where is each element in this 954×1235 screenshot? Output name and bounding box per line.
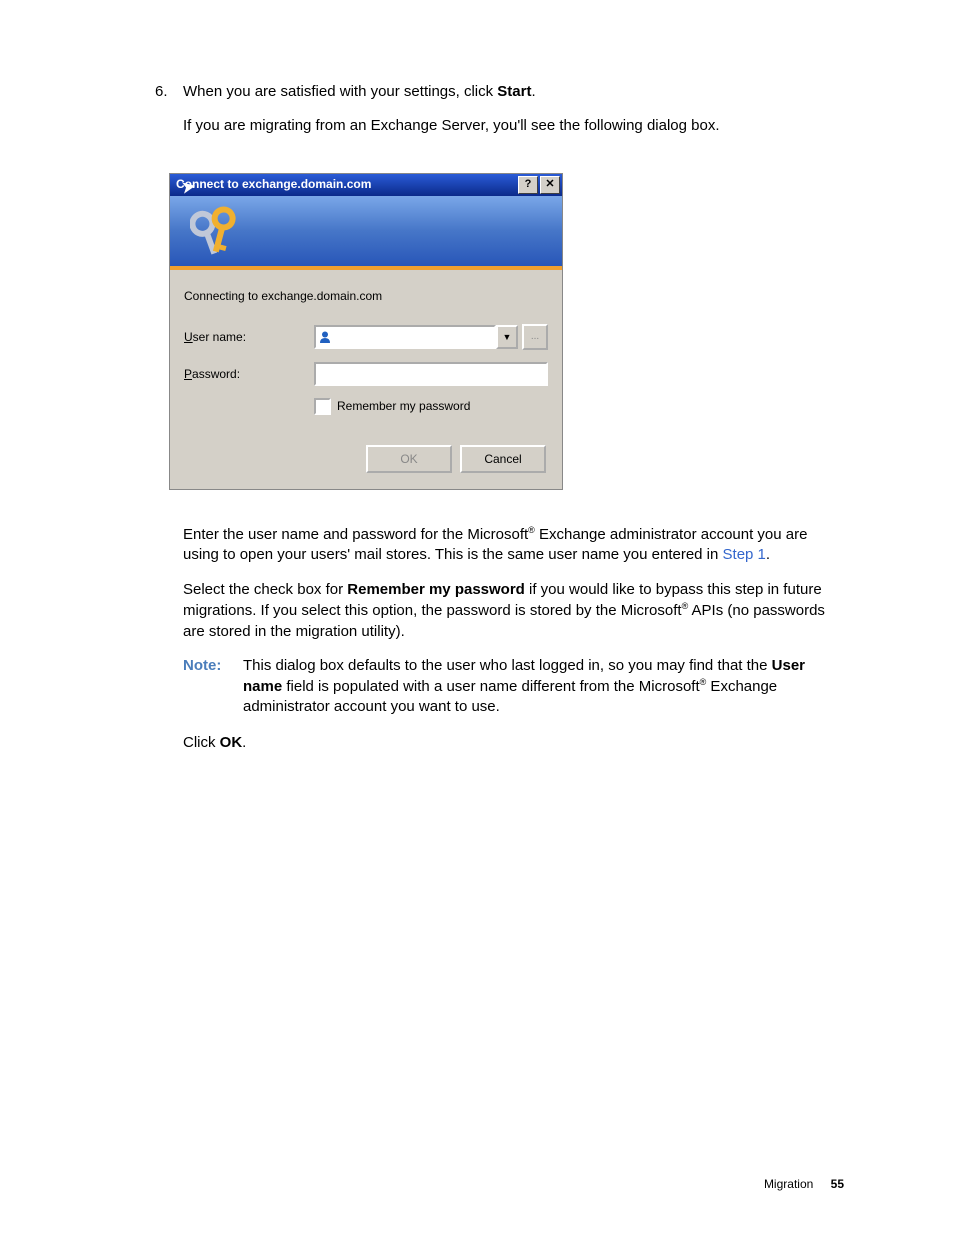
step-number: 6.	[155, 82, 183, 151]
keys-icon	[190, 204, 240, 260]
close-button[interactable]: ✕	[540, 176, 560, 194]
page-footer: Migration 55	[764, 1177, 844, 1191]
note-body: This dialog box defaults to the user who…	[243, 656, 844, 718]
paragraph-enter-credentials: Enter the user name and password for the…	[183, 524, 844, 566]
username-label: User name:	[184, 329, 314, 345]
password-input[interactable]	[314, 362, 548, 386]
connect-dialog: ➤ Connect to exchange.domain.com ? ✕ Con	[169, 173, 563, 490]
step-line-2: If you are migrating from an Exchange Se…	[183, 116, 720, 136]
browse-button[interactable]: ...	[522, 324, 548, 350]
username-dropdown[interactable]: ▼	[496, 325, 518, 349]
step-line-1: When you are satisfied with your setting…	[183, 82, 720, 102]
username-input[interactable]	[314, 325, 496, 349]
help-button[interactable]: ?	[518, 176, 538, 194]
paragraph-remember: Select the check box for Remember my pas…	[183, 580, 844, 642]
footer-section: Migration	[764, 1177, 813, 1191]
note: Note: This dialog box defaults to the us…	[183, 656, 844, 718]
note-label: Note:	[183, 656, 243, 718]
dialog-title: Connect to exchange.domain.com	[176, 176, 516, 192]
ok-button[interactable]: OK	[366, 445, 452, 473]
footer-page: 55	[831, 1177, 844, 1191]
step1-link[interactable]: Step 1	[723, 546, 766, 563]
paragraph-click-ok: Click OK.	[183, 733, 844, 753]
dialog-titlebar: ➤ Connect to exchange.domain.com ? ✕	[170, 174, 562, 196]
remember-label: Remember my password	[337, 398, 470, 414]
dialog-banner	[170, 196, 562, 270]
user-icon	[318, 330, 332, 344]
password-label: Password:	[184, 366, 314, 382]
connecting-text: Connecting to exchange.domain.com	[184, 288, 548, 304]
cancel-button[interactable]: Cancel	[460, 445, 546, 473]
step-6: 6. When you are satisfied with your sett…	[155, 82, 844, 151]
remember-checkbox[interactable]	[314, 398, 331, 415]
